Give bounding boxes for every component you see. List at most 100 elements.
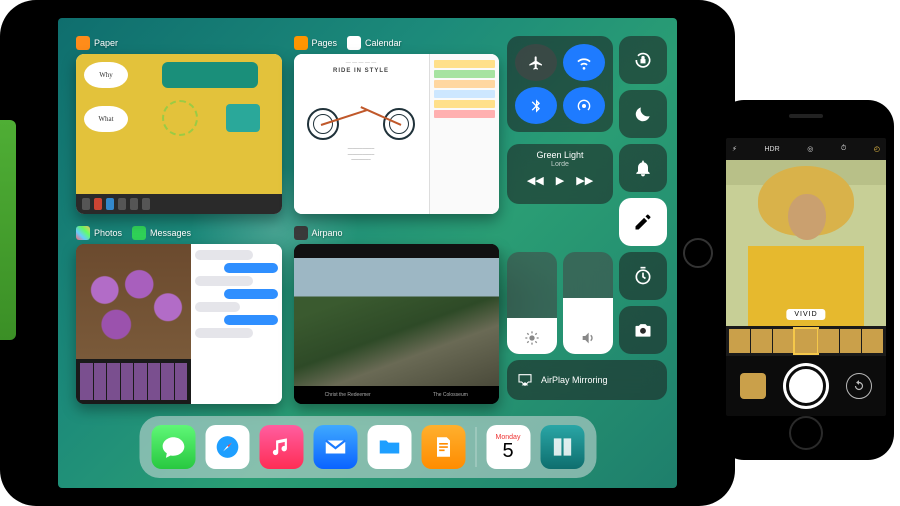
airdrop-icon — [576, 98, 592, 114]
camera-top-toolbar: ⚡︎ HDR ◎ ⏱ ◴ — [726, 138, 886, 160]
dock: Monday 5 — [139, 416, 596, 478]
flash-toggle[interactable]: ⚡︎ — [732, 145, 737, 153]
dock-app-mail[interactable] — [313, 425, 357, 469]
track-title: Green Light — [511, 150, 609, 160]
app-label: Messages — [150, 228, 191, 238]
previous-track-button[interactable]: ◀◀ — [527, 174, 544, 187]
flip-icon — [852, 379, 866, 393]
safari-icon — [214, 434, 240, 460]
dock-app-files[interactable] — [367, 425, 411, 469]
dock-app-travel-book[interactable] — [540, 425, 584, 469]
app-label: Pages — [312, 38, 338, 48]
calendar-day: 5 — [502, 441, 513, 461]
speech-bubble: Why — [84, 62, 128, 88]
connectivity-panel — [507, 36, 613, 132]
home-button[interactable] — [683, 238, 713, 268]
bluetooth-toggle[interactable] — [515, 87, 557, 124]
airplay-mirroring-button[interactable]: AirPlay Mirroring — [507, 360, 667, 400]
orientation-lock-toggle[interactable] — [619, 36, 667, 84]
music-icon — [268, 434, 294, 460]
live-photo-toggle[interactable]: ◎ — [807, 145, 813, 153]
dock-app-safari[interactable] — [205, 425, 249, 469]
switcher-card-paper[interactable]: Paper Why What — [76, 36, 282, 214]
bicycle-illustration — [307, 80, 415, 140]
pages-icon — [430, 434, 456, 460]
paper-thumbnail: Why What — [76, 54, 282, 214]
alerts-toggle[interactable] — [619, 144, 667, 192]
filters-toggle[interactable]: ◴ — [874, 145, 880, 153]
active-filter-label: VIVID — [786, 309, 825, 320]
switcher-card-airpano[interactable]: Airpano Christ the Redeemer The Colosseu… — [294, 226, 500, 404]
messages-icon — [160, 434, 186, 460]
mail-icon — [322, 434, 348, 460]
timer-icon — [633, 266, 653, 286]
volume-slider[interactable] — [563, 252, 613, 354]
messages-app-icon — [132, 226, 146, 240]
photo-filmstrip — [76, 359, 191, 404]
airplane-mode-toggle[interactable] — [515, 44, 557, 81]
photo-preview — [76, 244, 191, 359]
airplane-icon — [528, 55, 544, 71]
dock-app-calendar[interactable]: Monday 5 — [486, 425, 530, 469]
subject-face — [788, 194, 826, 240]
camera-icon — [633, 320, 653, 340]
book-icon — [549, 434, 575, 460]
app-label: Paper — [94, 38, 118, 48]
notes-shortcut[interactable] — [619, 198, 667, 246]
moon-icon — [633, 104, 653, 124]
switcher-card-photos-messages[interactable]: Photos Messages — [76, 226, 282, 404]
iphone-screen: ⚡︎ HDR ◎ ⏱ ◴ VIVID — [726, 138, 886, 416]
dock-app-music[interactable] — [259, 425, 303, 469]
airpano-app-icon — [294, 226, 308, 240]
now-playing-panel[interactable]: Green Light Lorde ◀◀ ▶ ▶▶ — [507, 144, 613, 204]
airdrop-toggle[interactable] — [563, 87, 605, 124]
wifi-toggle[interactable] — [563, 44, 605, 81]
paper-app-icon — [76, 36, 90, 50]
speech-bubble: What — [84, 106, 128, 132]
diagram-circle — [162, 100, 198, 136]
self-timer-toggle[interactable]: ⏱ — [841, 145, 846, 153]
photos-messages-thumbnail — [76, 244, 282, 404]
last-photo-thumbnail[interactable] — [740, 373, 766, 399]
camera-viewfinder[interactable]: VIVID — [726, 160, 886, 326]
airplay-icon — [517, 372, 533, 388]
sun-icon — [524, 330, 540, 346]
dock-separator — [475, 427, 476, 467]
timer-shortcut[interactable] — [619, 252, 667, 300]
control-center: Green Light Lorde ◀◀ ▶ ▶▶ — [507, 36, 667, 400]
hdr-toggle[interactable]: HDR — [764, 146, 779, 153]
document-headline: RIDE IN STYLE — [300, 68, 423, 74]
app-switcher: Paper Why What — [76, 36, 499, 404]
dock-app-pages[interactable] — [421, 425, 465, 469]
ipad-screen: Paper Why What — [58, 18, 677, 488]
wifi-icon — [576, 55, 592, 71]
speaker-icon — [580, 330, 596, 346]
pages-app-icon — [294, 36, 308, 50]
airpano-header — [294, 244, 500, 258]
files-icon — [376, 434, 402, 460]
orientation-lock-icon — [633, 50, 653, 70]
note-icon — [633, 212, 653, 232]
messages-thread — [191, 244, 281, 404]
slide-over-edge-app[interactable] — [0, 120, 16, 340]
flip-camera-button[interactable] — [846, 373, 872, 399]
switcher-card-pages-calendar[interactable]: Pages Calendar — — — — — RIDE IN STYLE ━… — [294, 36, 500, 214]
track-artist: Lorde — [511, 161, 609, 168]
paper-toolbar — [76, 194, 282, 214]
note-block — [162, 62, 258, 88]
airpano-thumbnail: Christ the Redeemer The Colosseum — [294, 244, 500, 404]
panorama-image — [294, 258, 500, 386]
photos-app-icon — [76, 226, 90, 240]
pages-calendar-thumbnail: — — — — — RIDE IN STYLE ━━━━━━━━━━━━━━━━… — [294, 54, 500, 214]
brightness-slider[interactable] — [507, 252, 557, 354]
note-block — [226, 104, 260, 132]
do-not-disturb-toggle[interactable] — [619, 90, 667, 138]
pages-document: — — — — — RIDE IN STYLE ━━━━━━━━━━━━━━━━… — [294, 54, 429, 214]
next-track-button[interactable]: ▶▶ — [576, 174, 593, 187]
filter-filmstrip[interactable] — [726, 326, 886, 356]
camera-shortcut[interactable] — [619, 306, 667, 354]
shutter-button[interactable] — [786, 366, 826, 406]
app-label: Airpano — [312, 228, 343, 238]
play-button[interactable]: ▶ — [556, 174, 564, 187]
dock-app-messages[interactable] — [151, 425, 195, 469]
